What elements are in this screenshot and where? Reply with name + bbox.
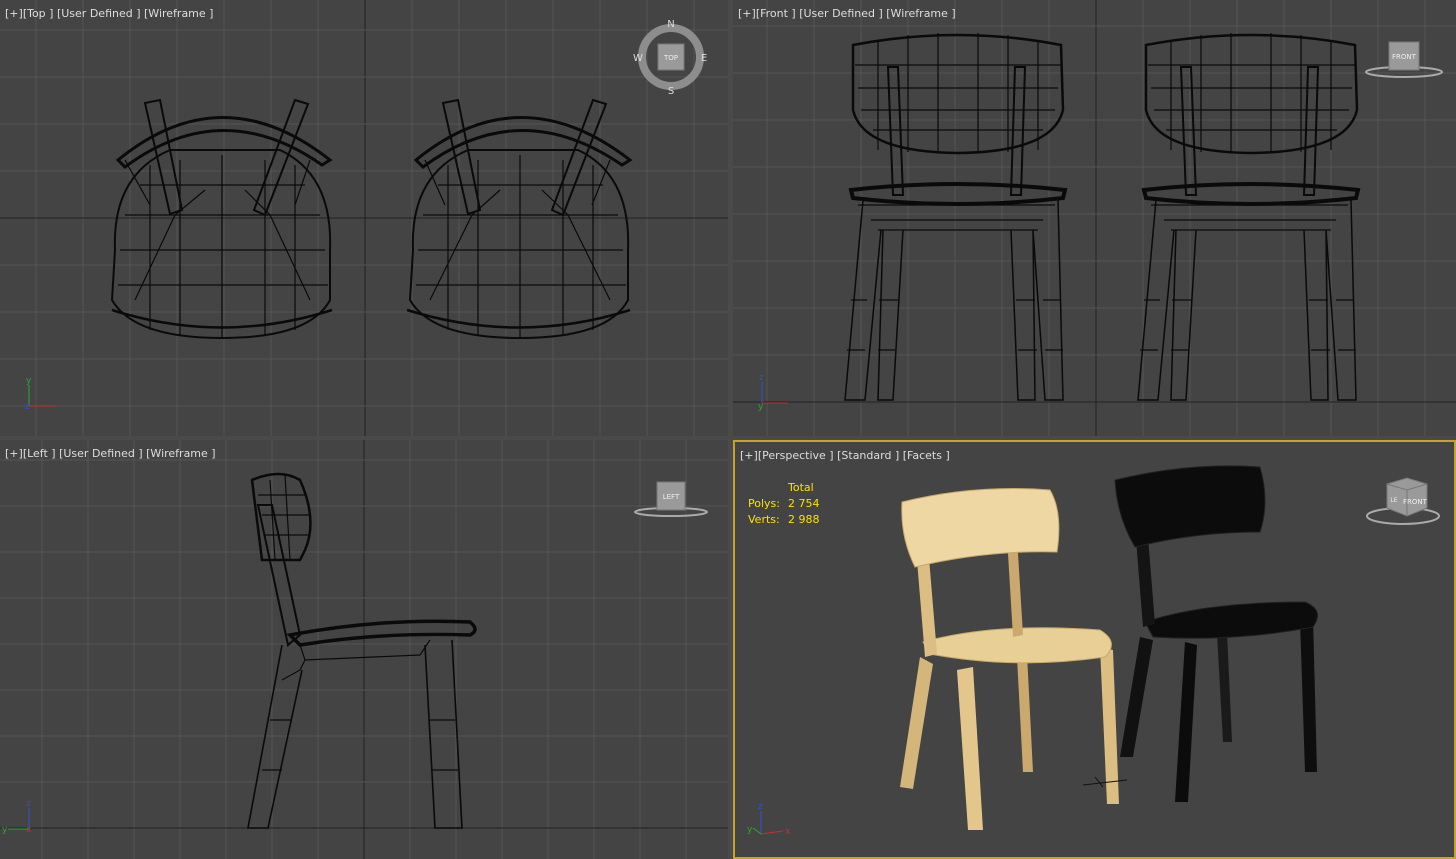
axis-gizmo: z y x	[2, 799, 32, 835]
left-view-canvas[interactable]: LEFT z y x	[0, 440, 728, 859]
svg-text:z: z	[759, 373, 764, 383]
view-mode-menu[interactable]: [User Defined ]	[59, 447, 143, 460]
viewport-label-top: [+][Top ] [User Defined ] [Wireframe ]	[5, 7, 213, 20]
svg-text:y: y	[758, 402, 764, 412]
viewcube-face-label: FRONT	[1403, 498, 1428, 506]
viewport-menu-button[interactable]: [+]	[5, 447, 23, 460]
viewcube[interactable]: LEFT	[634, 481, 708, 517]
viewport-menu-button[interactable]: [+]	[738, 7, 756, 20]
svg-text:y: y	[2, 825, 8, 835]
chair-wireframe-top-1[interactable]	[110, 98, 333, 340]
chair-wireframe-top-2[interactable]	[406, 98, 633, 340]
chair-render-wood[interactable]	[900, 488, 1119, 831]
viewport-top[interactable]: TOP N S E W y z [+][Top ] [User Defined …	[0, 0, 728, 436]
svg-text:y: y	[26, 376, 32, 386]
pivot-marker	[1082, 776, 1128, 788]
compass-west-label: W	[633, 53, 643, 64]
viewport-menu-button[interactable]: [+]	[740, 449, 758, 462]
axis-gizmo: z x y	[747, 802, 791, 837]
viewport-grid	[0, 0, 728, 436]
polys-count: 2 754	[788, 497, 820, 510]
svg-text:y: y	[747, 825, 753, 835]
viewcube-side-label: LE	[1390, 497, 1397, 504]
viewcube[interactable]: FRONT	[1365, 41, 1443, 78]
view-mode-menu[interactable]: [Standard ]	[837, 449, 899, 462]
viewcube[interactable]: FRONT LE	[1366, 477, 1440, 525]
viewcube-face-label: LEFT	[663, 493, 680, 501]
shading-mode-menu[interactable]: [Facets ]	[903, 449, 950, 462]
statistics-overlay: Total Polys: 2 754 Verts: 2 988	[748, 480, 820, 528]
compass-north-label: N	[667, 19, 674, 30]
verts-count: 2 988	[788, 513, 820, 526]
perspective-view-canvas[interactable]: FRONT LE z x y	[735, 442, 1454, 857]
viewport-label-left: [+][Left ] [User Defined ] [Wireframe ]	[5, 447, 216, 460]
svg-text:z: z	[26, 799, 31, 809]
viewport-grid	[0, 440, 728, 859]
viewport-perspective[interactable]: FRONT LE z x y [+][Perspective ] [Standa…	[733, 440, 1456, 859]
viewport-menu-button[interactable]: [+]	[5, 7, 23, 20]
svg-text:z: z	[25, 402, 30, 412]
viewport-label-perspective: [+][Perspective ] [Standard ] [Facets ]	[740, 449, 950, 462]
shading-mode-menu[interactable]: [Wireframe ]	[146, 447, 215, 460]
viewport-front[interactable]: FRONT z y [+][Front ] [User Defined ] [W…	[733, 0, 1456, 436]
viewport-left[interactable]: LEFT z y x [+][Left ] [User Defined ] [W…	[0, 440, 728, 859]
view-mode-menu[interactable]: [User Defined ]	[799, 7, 883, 20]
chair-wireframe-front-2[interactable]	[1137, 33, 1361, 401]
chair-render-black[interactable]	[1114, 465, 1318, 802]
view-type-menu[interactable]: [Left ]	[23, 447, 56, 460]
view-mode-menu[interactable]: [User Defined ]	[57, 7, 141, 20]
view-type-menu[interactable]: [Front ]	[756, 7, 796, 20]
chair-wireframe-left[interactable]	[247, 472, 477, 829]
svg-text:x: x	[785, 827, 791, 837]
view-type-menu[interactable]: [Top ]	[23, 7, 54, 20]
polys-label: Polys:	[748, 497, 780, 510]
top-view-canvas[interactable]: TOP N S E W y z	[0, 0, 728, 436]
viewcube-face-label: TOP	[663, 54, 678, 62]
front-view-canvas[interactable]: FRONT z y	[733, 0, 1456, 436]
viewport-label-front: [+][Front ] [User Defined ] [Wireframe ]	[738, 7, 956, 20]
svg-text:z: z	[758, 802, 763, 812]
view-type-menu[interactable]: [Perspective ]	[758, 449, 834, 462]
compass-south-label: S	[668, 86, 674, 97]
axis-gizmo: y z	[25, 376, 55, 412]
axis-gizmo: z y	[758, 373, 788, 412]
viewcube-compass[interactable]: TOP N S E W	[633, 19, 707, 97]
viewcube-face-label: FRONT	[1392, 53, 1417, 61]
svg-text:x: x	[26, 825, 32, 835]
stats-header: Total	[788, 481, 814, 494]
compass-east-label: E	[701, 53, 707, 64]
shading-mode-menu[interactable]: [Wireframe ]	[144, 7, 213, 20]
verts-label: Verts:	[748, 513, 780, 526]
shading-mode-menu[interactable]: [Wireframe ]	[886, 7, 955, 20]
